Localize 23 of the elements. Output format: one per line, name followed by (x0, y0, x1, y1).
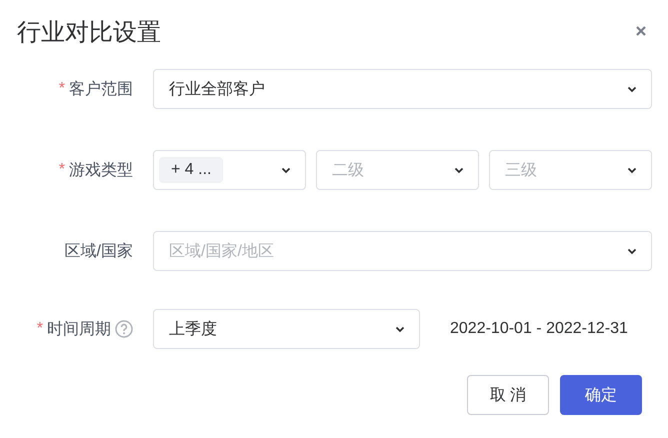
caret-icon (281, 166, 291, 174)
select-field[interactable]: + 4 ... (153, 150, 306, 190)
help-icon[interactable] (115, 320, 133, 338)
caret-icon (627, 248, 637, 254)
caret-icon (454, 166, 464, 174)
selected-count-tag: + 4 ... (159, 157, 224, 183)
field-label: 时间周期 (47, 320, 111, 340)
required-mark: * (36, 320, 43, 338)
select-field[interactable]: 上季度 (153, 309, 420, 349)
field-label: 区域/国家 (64, 242, 133, 262)
caret-icon (627, 166, 637, 174)
caret-icon (395, 326, 405, 332)
caret-icon (627, 86, 637, 92)
dialog-title: 行业对比设置 (17, 18, 161, 48)
confirm-button[interactable]: 确定 (560, 375, 642, 415)
select-field[interactable]: 行业全部客户 (153, 69, 652, 109)
required-mark: * (58, 80, 65, 98)
cancel-button[interactable]: 取 消 (467, 375, 549, 415)
close-icon[interactable] (636, 26, 646, 36)
date-range: 2022-10-01 - 2022-12-31 (450, 320, 628, 338)
required-mark: * (58, 161, 65, 179)
field-label: 客户范围 (69, 80, 133, 100)
field-label: 游戏类型 (69, 160, 133, 180)
